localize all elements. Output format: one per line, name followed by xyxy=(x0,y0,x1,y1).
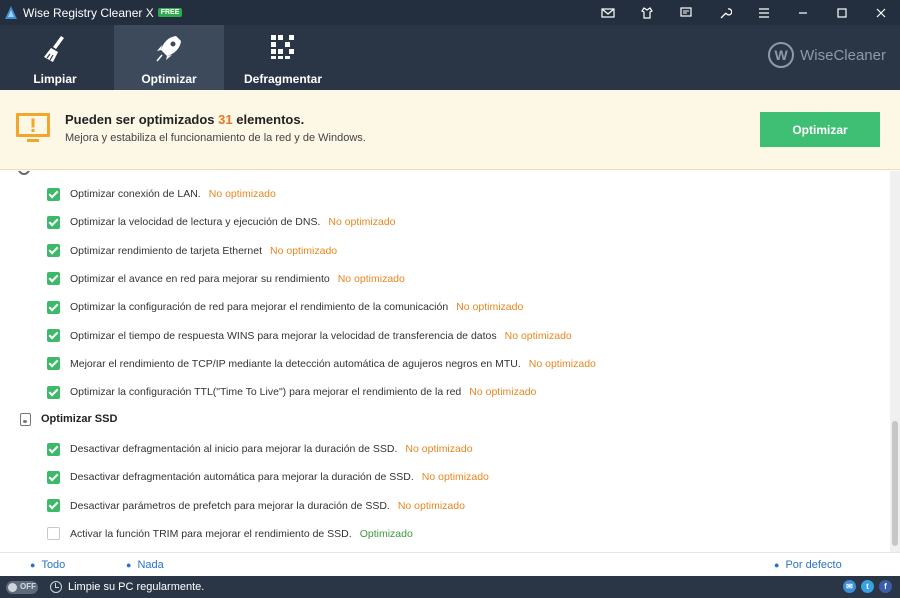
item-status: Optimizado xyxy=(359,527,413,540)
item-label: Desactivar parámetros de prefetch para m… xyxy=(70,499,465,512)
close-icon[interactable] xyxy=(861,0,900,25)
network-section-icon xyxy=(18,171,30,175)
broom-icon xyxy=(44,36,64,62)
vertical-scrollbar[interactable] xyxy=(890,171,900,552)
item-label: Desactivar defragmentación automática pa… xyxy=(70,471,489,484)
item-label: Optimizar la velocidad de lectura y ejec… xyxy=(70,216,396,229)
window-title: Wise Registry Cleaner X xyxy=(23,5,154,20)
mail-icon[interactable] xyxy=(588,0,627,25)
item-label: Optimizar la configuración TTL("Time To … xyxy=(70,386,537,399)
rocket-icon xyxy=(156,36,181,62)
selection-links: ● Todo ● Nada ● Por defecto xyxy=(0,552,900,576)
item-status: No optimizado xyxy=(397,499,465,512)
item-checkbox[interactable] xyxy=(47,272,60,286)
list-item[interactable]: Desactivar defragmentación automática pa… xyxy=(0,466,890,488)
banner-title: Pueden ser optimizados 31 elementos. xyxy=(65,112,305,127)
item-checkbox[interactable] xyxy=(47,527,60,541)
item-status: No optimizado xyxy=(469,386,537,399)
items-count: 31 xyxy=(218,112,233,127)
status-message: Limpie su PC regularmente. xyxy=(68,581,205,593)
shirt-icon[interactable] xyxy=(627,0,666,25)
minimize-icon[interactable] xyxy=(783,0,822,25)
facebook-icon[interactable]: f xyxy=(879,580,892,593)
title-bar: Wise Registry Cleaner X FREE xyxy=(0,0,900,25)
list-item[interactable]: Optimizar la configuración de red para m… xyxy=(0,296,890,318)
item-label: Optimizar la configuración de red para m… xyxy=(70,301,524,314)
item-checkbox[interactable] xyxy=(47,329,60,342)
item-label: Optimizar rendimiento de tarjeta Etherne… xyxy=(70,244,338,257)
item-checkbox[interactable] xyxy=(47,499,60,513)
wisecleaner-logo[interactable]: W WiseCleaner xyxy=(768,42,886,68)
toggle-knob xyxy=(8,583,17,592)
ssd-section-header: Optimizar SSD xyxy=(0,409,890,431)
clock-icon xyxy=(50,581,62,593)
select-all-link[interactable]: ● Todo xyxy=(30,559,65,571)
select-none-link[interactable]: ● Nada xyxy=(126,559,164,571)
menu-icon[interactable] xyxy=(744,0,783,25)
banner-subtitle: Mejora y estabiliza el funcionamiento de… xyxy=(65,132,366,144)
list-item[interactable]: Optimizar el tiempo de respuesta WINS pa… xyxy=(0,325,890,347)
item-checkbox[interactable] xyxy=(47,442,60,456)
item-status: No optimizado xyxy=(405,443,473,455)
main-navigation: Limpiar Optimizar Defragmentar W WiseCle… xyxy=(0,25,900,90)
item-label: Optimizar el avance en red para mejorar … xyxy=(70,272,405,285)
tab-defragmentar[interactable]: Defragmentar xyxy=(228,25,338,90)
item-label: Activar la función TRIM para mejorar el … xyxy=(70,527,413,540)
item-status: No optimizado xyxy=(208,188,276,200)
maximize-icon[interactable] xyxy=(822,0,861,25)
item-checkbox[interactable] xyxy=(47,187,60,201)
default-selection-link[interactable]: ● Por defecto xyxy=(774,559,842,571)
tools-icon[interactable] xyxy=(705,0,744,25)
list-item[interactable]: Desactivar defragmentación al inicio par… xyxy=(0,438,890,460)
scrollbar-thumb[interactable] xyxy=(892,421,898,546)
item-label: Optimizar el tiempo de respuesta WINS pa… xyxy=(70,329,572,342)
item-status: No optimizado xyxy=(421,471,489,484)
tab-label: Limpiar xyxy=(33,72,77,86)
tab-optimizar[interactable]: Optimizar xyxy=(114,25,224,90)
list-item[interactable]: Optimizar la velocidad de lectura y ejec… xyxy=(0,211,890,233)
optimization-list: Optimizar conexión de LAN. No optimizado O… xyxy=(0,171,890,552)
item-label: Mejorar el rendimiento de TCP/IP mediant… xyxy=(70,357,596,370)
scheduled-clean-toggle[interactable]: OFF xyxy=(6,581,38,594)
twitter-icon[interactable]: t xyxy=(861,580,874,593)
status-bar: OFF Limpie su PC regularmente. ✉ t f xyxy=(0,576,900,598)
tab-label: Optimizar xyxy=(141,72,197,86)
list-item[interactable]: Optimizar conexión de LAN. No optimizado xyxy=(0,183,890,205)
brand-name: WiseCleaner xyxy=(800,46,886,64)
item-status: No optimizado xyxy=(337,272,405,285)
feedback-icon[interactable] xyxy=(666,0,705,25)
list-item[interactable]: Optimizar la configuración TTL("Time To … xyxy=(0,381,890,403)
defrag-icon xyxy=(271,35,294,59)
free-badge: FREE xyxy=(157,8,183,17)
list-item[interactable]: Optimizar rendimiento de tarjeta Etherne… xyxy=(0,240,890,262)
item-checkbox[interactable] xyxy=(47,244,60,258)
item-checkbox[interactable] xyxy=(47,470,60,484)
tab-label: Defragmentar xyxy=(243,72,323,86)
optimize-button[interactable]: Optimizar xyxy=(760,112,880,147)
item-checkbox[interactable] xyxy=(47,357,60,371)
app-logo-icon xyxy=(5,5,17,19)
item-status: No optimizado xyxy=(528,357,596,370)
toggle-state: OFF xyxy=(20,582,36,591)
list-item[interactable]: Activar la función TRIM para mejorar el … xyxy=(0,523,890,545)
list-item[interactable]: Desactivar parámetros de prefetch para m… xyxy=(0,495,890,517)
item-label: Optimizar conexión de LAN. No optimizado xyxy=(70,188,276,200)
item-checkbox[interactable] xyxy=(47,215,60,229)
section-title: Optimizar SSD xyxy=(41,413,118,425)
monitor-warning-icon xyxy=(16,113,50,142)
ssd-drive-icon xyxy=(20,413,31,426)
message-icon[interactable]: ✉ xyxy=(843,580,856,593)
item-status: No optimizado xyxy=(504,329,572,342)
item-status: No optimizado xyxy=(456,301,524,314)
item-label: Desactivar defragmentación al inicio par… xyxy=(70,443,473,455)
item-checkbox[interactable] xyxy=(47,385,60,399)
list-item[interactable]: Optimizar el avance en red para mejorar … xyxy=(0,268,890,290)
tab-limpiar[interactable]: Limpiar xyxy=(0,25,110,90)
item-status: No optimizado xyxy=(270,244,338,257)
list-item[interactable]: Mejorar el rendimiento de TCP/IP mediant… xyxy=(0,353,890,375)
item-status: No optimizado xyxy=(328,216,396,229)
brand-mark: W xyxy=(768,42,795,68)
item-checkbox[interactable] xyxy=(47,300,60,314)
